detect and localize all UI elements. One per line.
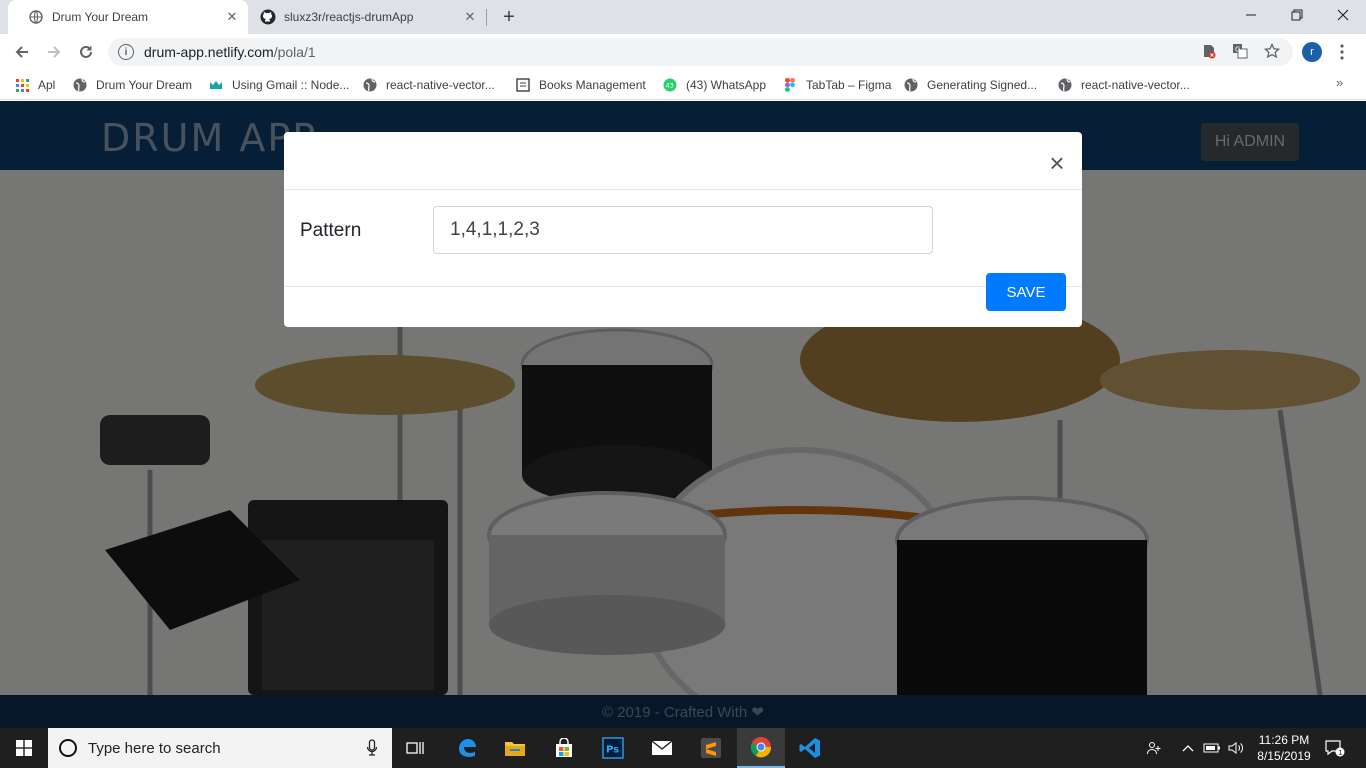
bookmark-label: Apl	[38, 78, 56, 92]
bookmark-label: Books Management	[539, 78, 646, 92]
tab-drum-your-dream[interactable]: Drum Your Dream ✕	[8, 0, 248, 34]
chrome-icon[interactable]	[737, 728, 785, 768]
blocked-popup-icon[interactable]	[1200, 42, 1218, 60]
globe-icon	[73, 78, 87, 92]
notification-count: 1	[1338, 749, 1342, 757]
bookmark-label: react-native-vector...	[386, 78, 495, 92]
close-tab-icon[interactable]: ✕	[462, 9, 478, 25]
browser-toolbar: i drum-app.netlify.com/pola/1 G r	[0, 34, 1366, 70]
volume-icon[interactable]	[1225, 728, 1247, 768]
edge-icon[interactable]	[443, 728, 491, 768]
close-icon[interactable]: ×	[1047, 150, 1067, 176]
taskbar-search-box[interactable]: Type here to search	[48, 728, 392, 768]
vscode-icon[interactable]	[786, 728, 834, 768]
forward-button[interactable]	[40, 38, 68, 66]
url-path: /pola/1	[273, 44, 316, 60]
file-explorer-icon[interactable]	[491, 728, 539, 768]
back-button[interactable]	[8, 38, 36, 66]
mail-icon[interactable]	[638, 728, 686, 768]
bookmark-label: Drum Your Dream	[96, 78, 193, 92]
photoshop-icon[interactable]: Ps	[589, 728, 637, 768]
page-icon	[516, 78, 530, 92]
profile-avatar[interactable]: r	[1302, 42, 1322, 62]
minimize-button[interactable]	[1228, 0, 1274, 30]
svg-text:G: G	[1235, 46, 1240, 54]
globe-icon	[1058, 78, 1072, 92]
bookmark-generating-signed[interactable]: Generating Signed...	[904, 76, 1037, 94]
notification-center-icon[interactable]: 1	[1320, 728, 1350, 768]
close-window-button[interactable]	[1320, 0, 1366, 30]
whatsapp-icon: 43	[663, 78, 677, 92]
crown-icon	[209, 78, 223, 92]
tab-github-repo[interactable]: sluxz3r/reactjs-drumApp ✕	[240, 0, 486, 34]
search-placeholder: Type here to search	[88, 739, 221, 757]
pattern-modal: × Pattern SAVE	[284, 132, 1082, 327]
bookmark-label: (43) WhatsApp	[686, 78, 767, 92]
bookmark-label: Generating Signed...	[927, 78, 1038, 92]
bookmark-using-gmail[interactable]: Using Gmail :: Node...	[209, 76, 349, 94]
cortana-icon	[59, 739, 77, 757]
bookmarks-bar: Apl Drum Your Dream Using Gmail :: Node.…	[0, 70, 1366, 100]
site-info-icon[interactable]: i	[118, 44, 134, 60]
bookmark-drum-your-dream[interactable]: Drum Your Dream	[73, 76, 192, 94]
windows-taskbar: Type here to search Ps 11:26 PM 8/15/201…	[0, 728, 1366, 768]
bookmark-label: TabTab – Figma	[806, 78, 892, 92]
sublime-icon[interactable]	[687, 728, 735, 768]
modal-footer-divider	[284, 286, 1082, 287]
battery-icon[interactable]	[1201, 728, 1223, 768]
clock-time: 11:26 PM	[1258, 733, 1310, 747]
url-text: drum-app.netlify.com/pola/1	[144, 44, 316, 60]
translate-icon[interactable]: G	[1231, 42, 1249, 60]
bookmark-react-native-vector-2[interactable]: react-native-vector...	[1058, 76, 1190, 94]
address-bar[interactable]: i drum-app.netlify.com/pola/1	[108, 38, 1293, 66]
pattern-label: Pattern	[300, 220, 362, 241]
globe-icon	[363, 78, 377, 92]
store-icon[interactable]	[540, 728, 588, 768]
bookmark-react-native-vector-1[interactable]: react-native-vector...	[363, 76, 495, 94]
tab-title: Drum Your Dream	[52, 10, 149, 24]
bookmark-apps[interactable]: Apl	[15, 76, 55, 94]
bookmark-star-icon[interactable]	[1263, 42, 1281, 60]
tab-separator	[486, 9, 487, 26]
globe-icon	[904, 78, 918, 92]
windows-start-icon[interactable]	[0, 728, 48, 768]
url-host: drum-app.netlify.com	[144, 44, 274, 60]
globe-icon	[28, 9, 44, 25]
pattern-input[interactable]	[433, 206, 933, 254]
bookmark-whatsapp[interactable]: 43 (43) WhatsApp	[663, 76, 766, 94]
apps-grid-icon	[15, 78, 29, 92]
bookmark-books-management[interactable]: Books Management	[516, 76, 646, 94]
clock-date: 8/15/2019	[1257, 749, 1311, 763]
microphone-icon[interactable]	[366, 739, 378, 757]
restore-button[interactable]	[1274, 0, 1320, 30]
page-content: DRUM APP Hi ADMIN	[0, 101, 1366, 728]
new-tab-button[interactable]: +	[498, 6, 520, 28]
modal-header: ×	[284, 132, 1082, 190]
svg-text:Ps: Ps	[606, 745, 619, 756]
github-icon	[260, 9, 276, 25]
task-view-icon[interactable]	[392, 728, 440, 768]
tab-strip: Drum Your Dream ✕ sluxz3r/reactjs-drumAp…	[0, 0, 1366, 34]
chevron-up-icon[interactable]	[1178, 728, 1198, 768]
close-tab-icon[interactable]: ✕	[224, 9, 240, 25]
whatsapp-badge: 43	[666, 82, 674, 90]
tab-title: sluxz3r/reactjs-drumApp	[284, 10, 414, 24]
bookmark-label: Using Gmail :: Node...	[232, 78, 350, 92]
people-icon[interactable]	[1140, 728, 1168, 768]
bookmark-figma[interactable]: TabTab – Figma	[783, 76, 891, 94]
chevron-double-right-icon[interactable]: »	[1336, 75, 1343, 90]
chrome-menu-icon[interactable]	[1336, 42, 1348, 62]
figma-icon	[783, 78, 797, 92]
reload-button[interactable]	[72, 38, 100, 66]
system-clock[interactable]: 11:26 PM 8/15/2019	[1249, 732, 1319, 764]
save-button[interactable]: SAVE	[986, 273, 1066, 311]
bookmark-label: react-native-vector...	[1081, 78, 1190, 92]
